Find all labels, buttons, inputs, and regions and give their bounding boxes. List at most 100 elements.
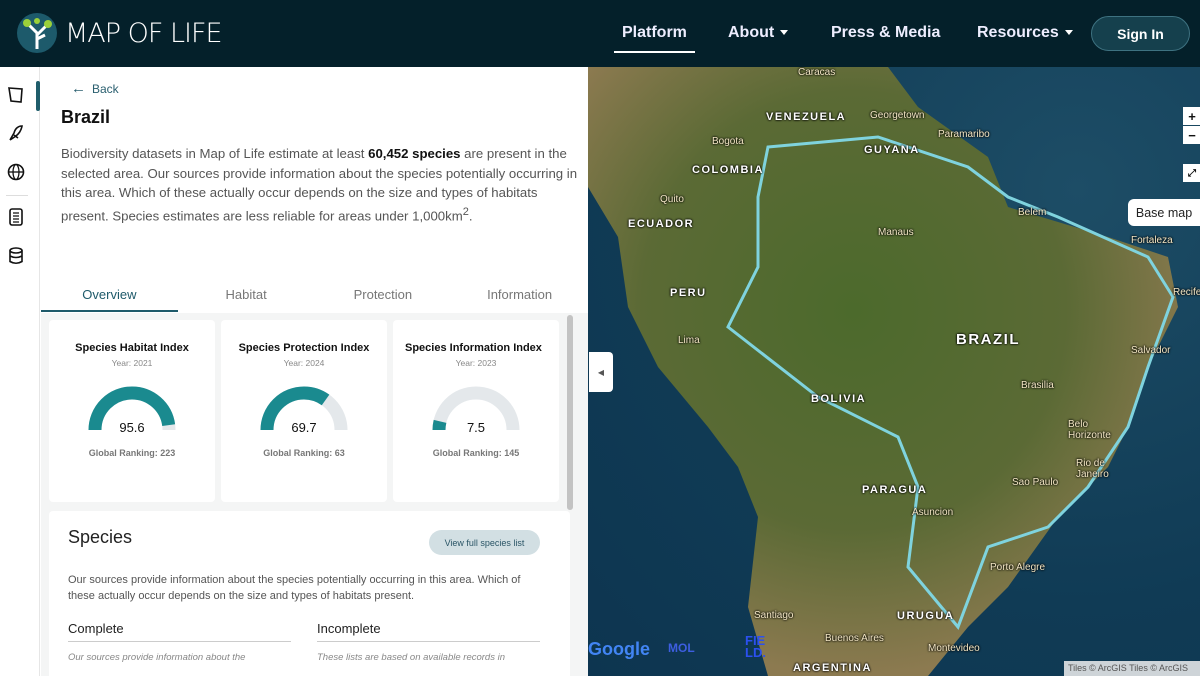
back-label: Back	[92, 81, 119, 96]
map-label: ECUADOR	[628, 218, 695, 230]
collapse-panel-button[interactable]: ◀	[589, 352, 613, 392]
gauge-value: 7.5	[467, 420, 485, 435]
map-label: Asuncion	[912, 507, 954, 518]
globe-icon[interactable]	[6, 162, 26, 182]
area-select-icon[interactable]	[6, 85, 26, 105]
nav-about[interactable]: About	[728, 24, 789, 42]
card-year: Year: 2023	[455, 358, 497, 368]
tab-overview[interactable]: Overview	[41, 277, 178, 312]
view-species-list-button[interactable]: View full species list	[429, 530, 540, 555]
map-view[interactable]: Caracas VENEZUELA Georgetown Paramaribo …	[588, 67, 1200, 676]
overview-content: Species Habitat Index Year: 2021 95.6 Gl…	[41, 313, 588, 676]
map-label: BRAZIL	[956, 331, 1020, 348]
map-label: Paramaribo	[938, 129, 990, 140]
species-title: Species	[68, 527, 133, 547]
incomplete-header[interactable]: Incomplete	[317, 621, 540, 642]
species-description: Our sources provide information about th…	[68, 574, 521, 602]
tool-rail	[0, 67, 40, 676]
map-label: Brasilia	[1021, 380, 1054, 391]
chevron-down-icon	[780, 30, 789, 36]
field-logo: FIELD.	[745, 633, 766, 660]
map-label: VENEZUELA	[766, 111, 847, 123]
gauge-value: 69.7	[291, 420, 316, 435]
logo[interactable]: MAP OF LIFE	[17, 13, 223, 53]
map-label: Caracas	[798, 67, 836, 78]
map-label: Sao Paulo	[1012, 477, 1059, 488]
map-attribution: Tiles © ArcGIS Tiles © ArcGIS	[1064, 661, 1200, 676]
report-icon[interactable]	[6, 207, 26, 227]
card-title: Species Habitat Index	[75, 342, 189, 354]
arrow-left-icon: ←	[71, 80, 86, 97]
complete-text: Our sources provide information about th…	[68, 652, 246, 663]
map-label: PARAGUA	[862, 484, 928, 496]
map-label: COLOMBIA	[692, 164, 764, 176]
bird-icon[interactable]	[6, 123, 26, 143]
sign-in-button[interactable]: Sign In	[1091, 16, 1190, 51]
map-label: Fortaleza	[1131, 235, 1173, 246]
information-index-card[interactable]: Species Information Index Year: 2023 7.5…	[393, 320, 559, 502]
map-label: Rio de Janeiro	[1076, 458, 1109, 480]
brand-name: MAP OF LIFE	[65, 17, 223, 49]
back-link[interactable]: ← Back	[71, 80, 119, 97]
species-count: 60,452 species	[368, 146, 461, 161]
protection-index-card[interactable]: Species Protection Index Year: 2024 69.7…	[221, 320, 387, 502]
base-map-button[interactable]: Base map	[1128, 199, 1200, 226]
information-gauge: 7.5	[432, 386, 520, 435]
chevron-down-icon	[1064, 30, 1073, 36]
nav-about-label: About	[728, 24, 775, 41]
protection-gauge: 69.7	[260, 386, 348, 435]
nav-press-media[interactable]: Press & Media	[831, 24, 940, 42]
map-label: Manaus	[878, 227, 914, 238]
nav-resources-label: Resources	[977, 24, 1059, 41]
complete-header[interactable]: Complete	[68, 621, 291, 642]
map-label: Quito	[660, 194, 684, 205]
global-ranking: Global Ranking: 223	[88, 448, 176, 458]
card-year: Year: 2024	[283, 358, 325, 368]
fullscreen-button[interactable]: ⤢	[1183, 164, 1200, 182]
map-label: Belem	[1018, 207, 1047, 218]
panel-scrollbar[interactable]	[567, 315, 573, 510]
page-title: Brazil	[61, 107, 111, 127]
global-ranking: Global Ranking: 63	[263, 448, 345, 458]
map-label: Santiago	[754, 610, 794, 621]
nav-platform[interactable]: Platform	[614, 24, 695, 53]
zoom-in-button[interactable]: +	[1183, 107, 1200, 125]
continent-shape	[588, 67, 1178, 676]
card-title: Species Protection Index	[238, 342, 370, 354]
zoom-out-button[interactable]: −	[1183, 126, 1200, 144]
tab-habitat[interactable]: Habitat	[178, 277, 315, 312]
gauge-value: 95.6	[119, 420, 144, 435]
map-label: Belo Horizonte	[1068, 419, 1111, 441]
map-label: BOLIVIA	[811, 393, 867, 405]
tab-protection[interactable]: Protection	[315, 277, 452, 312]
map-label: Buenos Aires	[825, 633, 884, 644]
map-label: URUGUA	[897, 610, 955, 622]
card-title: Species Information Index	[405, 342, 542, 354]
nav-resources[interactable]: Resources	[977, 24, 1073, 42]
tab-information[interactable]: Information	[451, 277, 588, 312]
incomplete-text: These lists are based on available recor…	[317, 652, 505, 663]
region-panel: ← Back Brazil Biodiversity datasets in Ma…	[41, 67, 588, 676]
habitat-gauge: 95.6	[88, 386, 176, 435]
map-label: Salvador	[1131, 345, 1171, 356]
tab-bar: Overview Habitat Protection Information	[41, 277, 588, 312]
top-nav-bar: MAP OF LIFE Platform About Press & Media…	[0, 0, 1200, 67]
region-description: Biodiversity datasets in Map of Life est…	[61, 144, 579, 225]
map-label: Recife	[1173, 287, 1200, 298]
habitat-index-card[interactable]: Species Habitat Index Year: 2021 95.6 Gl…	[49, 320, 215, 502]
tree-logo-icon	[17, 13, 57, 53]
map-label: Lima	[678, 335, 700, 346]
google-logo: Google	[588, 639, 650, 659]
map-label: PERU	[670, 287, 707, 299]
card-year: Year: 2021	[111, 358, 153, 368]
map-label: Georgetown	[870, 110, 925, 121]
map-label: Montevideo	[928, 643, 980, 654]
map-label: GUYANA	[864, 144, 920, 156]
map-label: Porto Alegre	[990, 562, 1046, 573]
global-ranking: Global Ranking: 145	[432, 448, 520, 458]
active-indicator	[36, 81, 40, 111]
desc-text: Biodiversity datasets in Map of Life est…	[61, 146, 369, 161]
species-section: Species View full species list Our sourc…	[49, 511, 570, 676]
database-icon[interactable]	[6, 246, 26, 266]
map-label: ARGENTINA	[793, 662, 872, 674]
